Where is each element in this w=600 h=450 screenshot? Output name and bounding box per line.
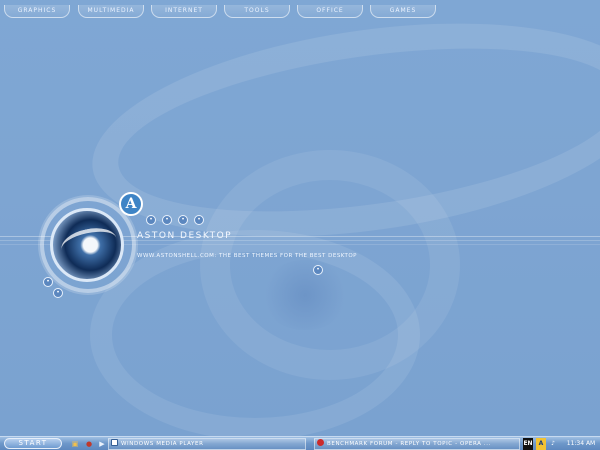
menu-tab-internet[interactable]: INTERNET [151,5,217,18]
orbit-icon-2[interactable]: • [53,288,63,298]
wallpaper-swirl [200,150,460,380]
taskbar: START ▣ ● ▶ WINDOWS MEDIA PLAYER BENCHMA… [0,436,600,450]
menu-tab-office[interactable]: OFFICE [297,5,363,18]
eye-lid-highlight [58,223,120,265]
shortcut-icon-4[interactable]: • [194,215,204,225]
eye-image [50,208,124,282]
start-button[interactable]: START [4,438,62,449]
language-indicator[interactable]: EN [523,438,533,450]
volume-icon[interactable]: ♪ [548,438,558,450]
desktop-tagline[interactable]: WWW.ASTONSHELL.COM: THE BEST THEMES FOR … [137,253,357,259]
menu-tab-graphics[interactable]: GRAPHICS [4,5,70,18]
task-button-media-player[interactable]: WINDOWS MEDIA PLAYER [108,438,306,450]
menu-tab-tools[interactable]: TOOLS [224,5,290,18]
desktop-title: ASTON DESKTOP [137,231,233,241]
shortcut-icon-3[interactable]: • [178,215,188,225]
task-label: WINDOWS MEDIA PLAYER [121,441,204,447]
orbit-icon-1[interactable]: • [43,277,53,287]
menu-tab-games[interactable]: GAMES [370,5,436,18]
wallpaper-swirl [90,230,420,440]
clock[interactable]: 11:34 AM [564,438,598,450]
quick-launch-opera-icon[interactable]: ● [84,439,94,449]
aston-logo-icon[interactable]: A [119,192,143,216]
task-label: BENCHMARK FORUM - REPLY TO TOPIC - OPERA… [327,441,491,447]
opera-icon [317,439,324,446]
tray-app-icon[interactable]: A [536,438,546,450]
quick-launch-desktop-icon[interactable]: ▣ [70,439,80,449]
orbit-icon-3[interactable]: • [313,265,323,275]
wallpaper-swirl [78,0,600,268]
top-menu-bar: GRAPHICS MULTIMEDIA INTERNET TOOLS OFFIC… [0,0,600,20]
menu-tab-multimedia[interactable]: MULTIMEDIA [78,5,144,18]
wallpaper-shadow [260,260,350,330]
shortcut-icon-1[interactable]: • [146,215,156,225]
media-player-icon [111,439,118,446]
shortcut-icon-2[interactable]: • [162,215,172,225]
task-button-opera[interactable]: BENCHMARK FORUM - REPLY TO TOPIC - OPERA… [314,438,520,450]
quick-launch-media-icon[interactable]: ▶ [97,439,107,449]
